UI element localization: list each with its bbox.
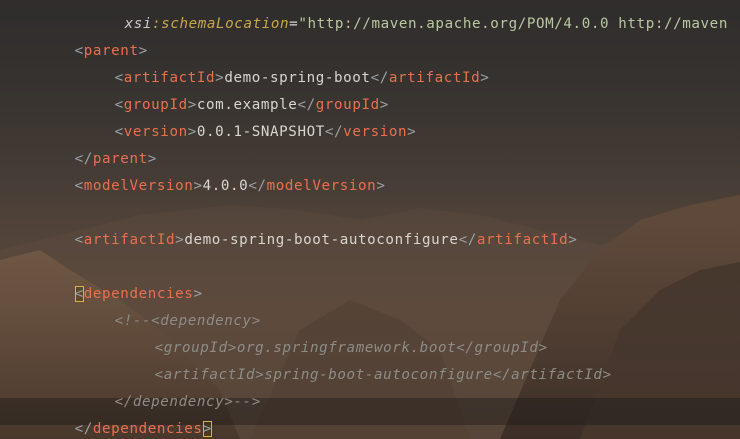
colon: : — [152, 16, 162, 32]
bracket-close: > — [480, 70, 490, 86]
equals-sign: = — [289, 16, 299, 32]
code-line-artifact-id: <artifactId>demo-spring-boot-autoconfigu… — [38, 216, 577, 264]
tag-dependencies-close: dependencies — [92, 421, 203, 437]
bracket-close: > — [187, 124, 197, 140]
bracket-close: > — [175, 232, 185, 248]
bracket-open: < — [74, 232, 84, 248]
parent-version-value: 0.0.1-SNAPSHOT — [196, 124, 325, 140]
code-line-schema-location: xsi:schemaLocation="http://maven.apache.… — [88, 0, 728, 48]
artifact-id-value: demo-spring-boot-autoconfigure — [184, 232, 459, 248]
bracket-close-open: </ — [458, 232, 477, 248]
bracket-close: > — [568, 232, 578, 248]
bracket-open: < — [74, 178, 84, 194]
schema-location-value: "http://maven.apache.org/POM/4.0.0 http:… — [298, 16, 728, 32]
code-line-dependencies-close: </dependencies> — [38, 405, 212, 439]
code-editor[interactable]: xsi:schemaLocation="http://maven.apache.… — [0, 0, 740, 439]
schema-location-attr: schemaLocation — [161, 16, 290, 32]
tag-artifact-id-close: artifactId — [388, 70, 481, 86]
tag-artifact-id: artifactId — [83, 232, 176, 248]
code-line-model-version: <modelVersion>4.0.0</modelVersion> — [38, 162, 385, 210]
bracket-match-highlight: > — [202, 421, 212, 437]
model-version-value: 4.0.0 — [202, 178, 249, 194]
tag-artifact-id-close: artifactId — [476, 232, 569, 248]
bracket-close-open: </ — [74, 421, 93, 437]
tag-model-version: modelVersion — [83, 178, 194, 194]
bracket-close: > — [376, 178, 386, 194]
bracket-close-open: </ — [248, 178, 267, 194]
tag-version-close: version — [343, 124, 408, 140]
bracket-close-open: </ — [324, 124, 344, 140]
bracket-close: > — [407, 124, 417, 140]
bracket-close: > — [193, 178, 203, 194]
tag-model-version-close: modelVersion — [266, 178, 377, 194]
